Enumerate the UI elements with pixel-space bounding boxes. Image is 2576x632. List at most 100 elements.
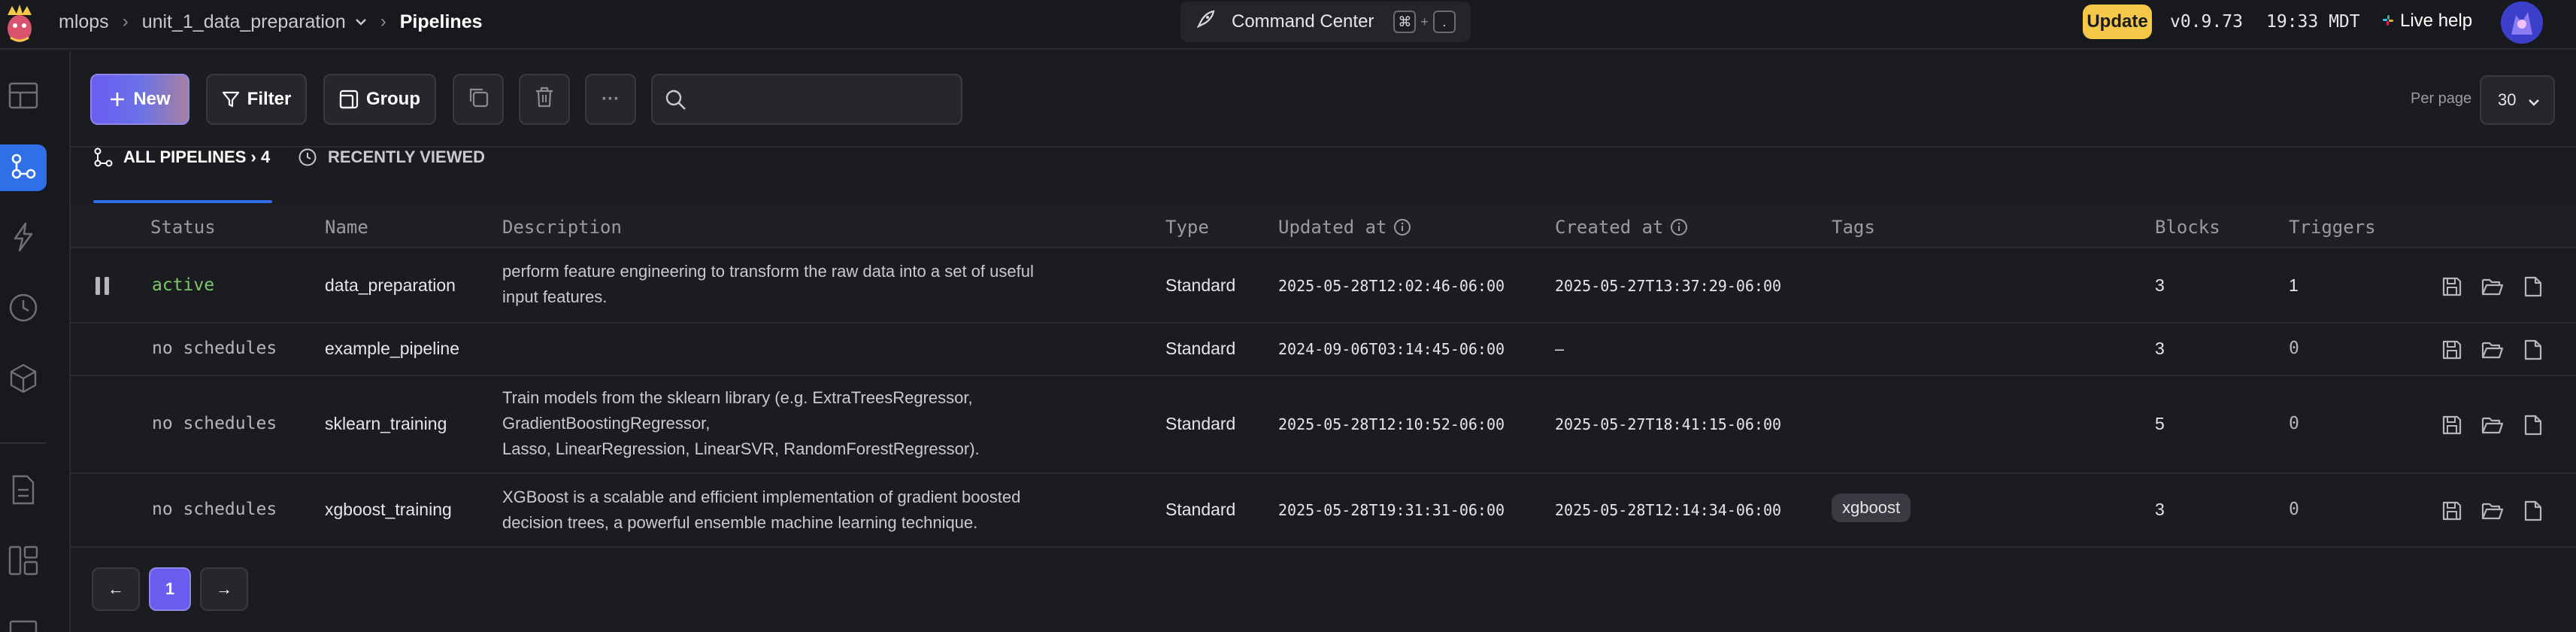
pause-icon[interactable] [93,275,111,300]
file-icon[interactable] [2520,412,2546,438]
pipelines-icon [10,153,37,184]
triggers-count: 0 [2289,500,2299,519]
update-button[interactable]: Update [2083,5,2152,39]
sidebar-item-blocks[interactable] [0,357,47,403]
breadcrumb: mlops › unit_1_data_preparation › Pipeli… [59,0,483,44]
pipeline-name[interactable]: example_pipeline [325,339,459,359]
folder-open-icon[interactable] [2480,274,2505,299]
search-input[interactable] [698,83,953,117]
command-center-button[interactable]: Command Center ⌘ + . [1180,2,1471,42]
file-icon[interactable] [2520,274,2546,299]
info-icon[interactable] [1670,218,1688,236]
column-created-at[interactable]: Created at [1555,217,1688,238]
column-tags[interactable]: Tags [1832,217,1875,238]
sidebar-item-dashboard[interactable] [0,74,47,120]
column-triggers[interactable]: Triggers [2289,217,2376,238]
breadcrumb-separator-icon: › [122,11,129,32]
file-icon[interactable] [2520,337,2546,363]
column-status[interactable]: Status [150,217,216,238]
column-updated-at[interactable]: Updated at [1278,217,1411,238]
tab-recently-viewed[interactable]: RECENTLY VIEWED [298,147,485,167]
user-avatar[interactable] [2501,2,2543,44]
breadcrumb-separator-icon: › [380,11,386,32]
triggers-count: 0 [2289,339,2299,358]
folder-open-icon[interactable] [2480,498,2505,524]
sidebar-item-files[interactable] [0,468,47,515]
breadcrumb-unit[interactable]: unit_1_data_preparation [142,11,346,33]
clock-icon [298,147,317,167]
clock: 19:33 MDT [2266,12,2360,32]
file-icon[interactable] [2520,498,2546,524]
version-label: v0.9.73 [2170,12,2243,32]
breadcrumb-project[interactable]: mlops [59,11,109,33]
folder-open-icon[interactable] [2480,412,2505,438]
mage-logo-icon[interactable] [3,3,36,44]
sidebar-item-templates[interactable] [0,539,47,585]
per-page-select[interactable]: 30 [2480,75,2555,125]
pipeline-name[interactable]: data_preparation [325,275,456,296]
breadcrumb-current-page: Pipelines [399,11,483,32]
cube-icon [9,363,38,397]
clock-icon [8,293,38,327]
status-label: active [152,275,215,295]
table-row[interactable]: active data_preparation perform feature … [71,248,2576,324]
delete-button[interactable] [519,74,570,125]
tab-all-pipelines[interactable]: ALL PIPELINES › 4 [93,147,270,167]
row-actions [2439,274,2546,299]
per-page-label: Per page [2411,90,2472,107]
table-row[interactable]: no schedules xgboost_training XGBoost is… [71,474,2576,548]
more-actions-button[interactable]: ··· [585,74,636,125]
group-icon [339,90,359,109]
chevron-down-icon[interactable] [355,14,367,30]
pipeline-name[interactable]: xgboost_training [325,500,452,520]
pipeline-type: Standard [1165,414,1236,433]
chevron-down-icon [2528,92,2540,111]
column-created-at-label: Created at [1555,217,1664,238]
layout-icon [8,82,38,113]
period-key: . [1432,11,1456,33]
clone-button[interactable] [453,74,504,125]
group-label: Group [366,89,420,109]
status-label: no schedules [152,339,277,358]
table-row[interactable]: no schedules sklearn_training Train mode… [71,376,2576,474]
triggers-count: 1 [2289,275,2299,295]
prev-page-button[interactable]: ← [92,567,140,611]
top-header: mlops › unit_1_data_preparation › Pipeli… [0,0,2576,50]
tag-badge[interactable]: xgboost [1832,494,1911,522]
updated-at: 2025-05-28T12:02:46-06:00 [1278,277,1505,295]
column-type[interactable]: Type [1165,217,1209,238]
sidebar-item-more[interactable] [0,609,47,632]
search-box [651,74,962,125]
save-icon[interactable] [2439,498,2465,524]
next-page-button[interactable]: → [200,567,248,611]
row-actions [2439,498,2546,524]
new-label: New [133,89,171,109]
sidebar-item-pipelines[interactable] [0,144,47,191]
column-description[interactable]: Description [502,217,622,238]
info-icon[interactable] [1393,218,1411,236]
active-tab-indicator [93,200,272,203]
column-updated-at-label: Updated at [1278,217,1387,238]
created-at: 2025-05-27T18:41:15-06:00 [1555,415,1782,433]
filter-button[interactable]: Filter [206,74,307,125]
new-pipeline-button[interactable]: New [90,74,189,125]
pipeline-name[interactable]: sklearn_training [325,414,447,434]
status-label: no schedules [152,414,277,433]
live-help-link[interactable]: Live help [2382,11,2472,32]
save-icon[interactable] [2439,274,2465,299]
column-name[interactable]: Name [325,217,368,238]
save-icon[interactable] [2439,337,2465,363]
pipeline-type: Standard [1165,339,1236,358]
row-actions [2439,412,2546,438]
updated-at: 2024-09-06T03:14:45-06:00 [1278,340,1505,358]
column-blocks[interactable]: Blocks [2155,217,2220,238]
pipelines-icon [93,147,113,167]
save-icon[interactable] [2439,412,2465,438]
sidebar-item-runs[interactable] [0,286,47,333]
page-1-button[interactable]: 1 [149,567,191,611]
group-button[interactable]: Group [323,74,436,125]
table-row[interactable]: no schedules example_pipeline Standard 2… [71,324,2576,376]
folder-open-icon[interactable] [2480,337,2505,363]
sidebar-item-triggers[interactable] [0,215,47,262]
status-label: no schedules [152,500,277,519]
